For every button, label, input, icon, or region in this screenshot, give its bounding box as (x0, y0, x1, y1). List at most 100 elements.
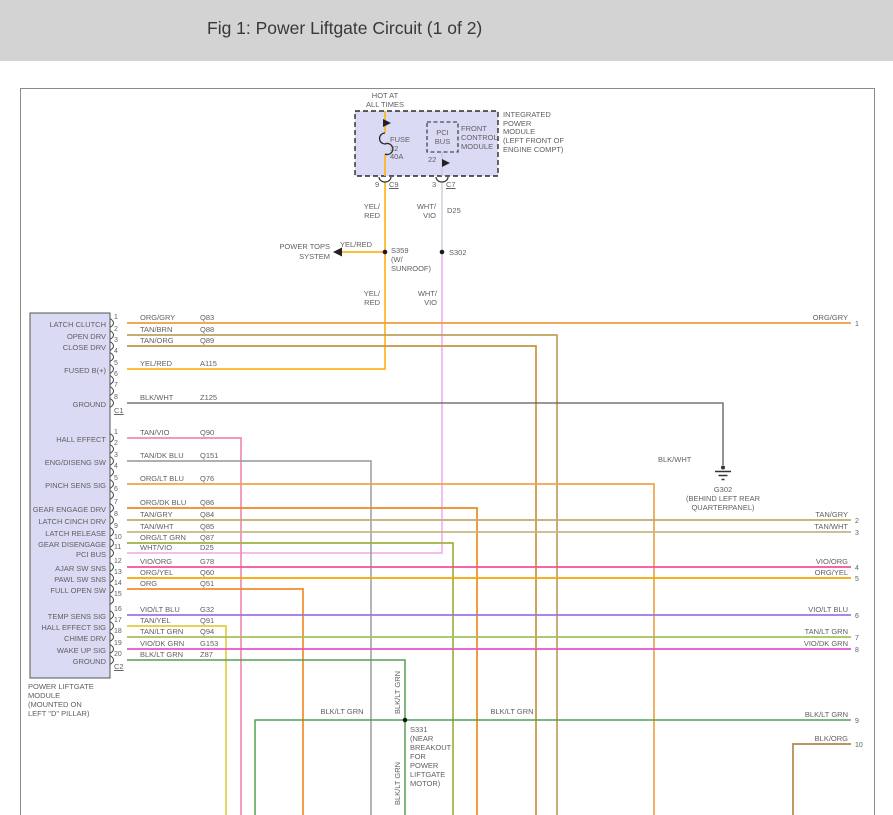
wire-color-label: TAN/GRY (140, 510, 173, 519)
pin-number: 3 (114, 337, 118, 344)
edge-pin-number: 5 (855, 576, 859, 583)
module-pin-label: PCI BUS (75, 550, 106, 559)
pin-number: 8 (114, 511, 118, 518)
wire-color-label: ORG/GRY (140, 313, 176, 322)
yel-red-label-1: YEL/ RED (363, 202, 380, 220)
circuit-label: Q94 (200, 627, 215, 636)
pin-number: 5 (114, 475, 118, 482)
circuit-label: Z125 (200, 393, 218, 402)
module-pin-label: CHIME DRV (64, 634, 106, 643)
edge-pin-number: 8 (855, 647, 859, 654)
pin-number: 17 (114, 617, 122, 624)
module-pin-label: HALL EFFECT SIG (41, 623, 106, 632)
pin-number: 13 (114, 569, 122, 576)
module-pin-label: LATCH CINCH DRV (38, 517, 106, 526)
edge-pin-number: 10 (855, 742, 863, 749)
edge-wire-label: BLK/LT GRN (804, 710, 848, 719)
wire-color-label: TAN/YEL (140, 616, 171, 625)
edge-pin-number: 6 (855, 613, 859, 620)
module-pin-label: GEAR DISENGAGE (38, 540, 106, 549)
splice-s359-dot (382, 249, 388, 255)
pin-number: 19 (114, 640, 122, 647)
module-pin-label: LATCH CLUTCH (49, 320, 106, 329)
fuse-label: FUSE 32 40A (390, 135, 411, 161)
pin-number: 1 (114, 429, 118, 436)
pin-number: 15 (114, 591, 122, 598)
pin-number: 1 (114, 314, 118, 321)
module-pin-label: AJAR SW SNS (55, 564, 106, 573)
connector-c7-label: C7 (446, 180, 456, 189)
module-pin-label: LATCH RELEASE (45, 529, 106, 538)
module-pin-label: GEAR ENGAGE DRV (32, 505, 106, 514)
power-tops-system-label: POWER TOPS SYSTEM (279, 242, 330, 261)
connector-c2-label: C2 (114, 662, 124, 671)
module-pin-label: FUSED B(+) (64, 366, 106, 375)
edge-pin-number: 9 (855, 718, 859, 725)
module-pin-label: GROUND (72, 657, 106, 666)
circuit-label: G32 (200, 605, 215, 614)
pin-number: 3 (114, 452, 118, 459)
edge-wire-label: ORG/YEL (814, 568, 848, 577)
circuit-label: Q151 (200, 451, 219, 460)
pin-number: 4 (114, 463, 118, 470)
circuit-d25-label: D25 (447, 206, 461, 215)
module-pin-label: ENG/DISENG SW (44, 458, 106, 467)
edge-wire-label: VIO/ORG (815, 557, 848, 566)
circuit-label: Q83 (200, 313, 215, 322)
wire-color-label: TAN/LT GRN (140, 627, 184, 636)
blk-lt-grn-vertical-label-lower: BLK/LT GRN (393, 761, 402, 805)
connector-c9-label: C9 (389, 180, 399, 189)
splice-s359-label: S359 (W/ SUNROOF) (391, 246, 431, 273)
pin-number: 20 (114, 651, 122, 658)
circuit-label: Q51 (200, 579, 215, 588)
circuit-label: Q87 (200, 533, 215, 542)
circuit-label: Q60 (200, 568, 215, 577)
module-pin-label: WAKE UP SIG (56, 646, 106, 655)
pin-number: 6 (114, 371, 118, 378)
pin-number: 18 (114, 628, 122, 635)
circuit-label: Q89 (200, 336, 215, 345)
edge-pin-number: 7 (855, 635, 859, 642)
circuit-label: Z87 (200, 650, 213, 659)
pin-number: 16 (114, 606, 122, 613)
splice-s302-dot (439, 249, 445, 255)
wire-color-label: BLK/LT GRN (140, 650, 184, 659)
pin-number: 6 (114, 486, 118, 493)
edge-pin-number: 4 (855, 565, 859, 572)
wire-color-label: TAN/DK BLU (140, 451, 184, 460)
circuit-label: Q76 (200, 474, 215, 483)
wire-color-label: YEL/RED (140, 359, 173, 368)
edge-wire-label: TAN/LT GRN (804, 627, 848, 636)
circuit-label: Q91 (200, 616, 215, 625)
pin-3-label: 3 (432, 180, 437, 189)
edge-pin-number: 1 (855, 321, 859, 328)
wire-color-label: TAN/BRN (140, 325, 173, 334)
pin-22-label: 22 (428, 155, 437, 164)
wire-color-label: ORG/DK BLU (140, 498, 187, 507)
module-pin-label: PAWL SW SNS (54, 575, 106, 584)
hot-at-all-times-label: HOT AT ALL TIMES (366, 91, 404, 109)
wire-color-label: ORG/YEL (140, 568, 174, 577)
pci-bus-label: PCI BUS (434, 128, 451, 146)
wire-color-label: WHT/VIO (140, 543, 173, 552)
power-liftgate-module-caption: POWER LIFTGATE MODULE (MOUNTED ON LEFT "… (28, 682, 94, 718)
wire-color-label: ORG (140, 579, 158, 588)
module-pin-label: CLOSE DRV (62, 343, 106, 352)
yel-red-label-2: YEL/ RED (363, 289, 380, 307)
module-pin-label: GROUND (72, 400, 106, 409)
circuit-label: Q90 (200, 428, 215, 437)
module-pin-label: FULL OPEN SW (50, 586, 106, 595)
pin-number: 2 (114, 440, 118, 447)
circuit-label: A115 (200, 359, 217, 368)
power-tops-wire-label: YEL/RED (340, 240, 373, 249)
edge-wire-label: VIO/DK GRN (803, 639, 848, 648)
pin-number: 2 (114, 326, 118, 333)
circuit-label: Q88 (200, 325, 215, 334)
wire-color-label: VIO/ORG (140, 557, 173, 566)
wire-color-label: ORG/LT BLU (140, 474, 184, 483)
wht-vio-label-1: WHT/ VIO (416, 202, 436, 220)
wire-color-label: TAN/ORG (140, 336, 174, 345)
edge-wire-label: TAN/WHT (814, 522, 848, 531)
edge-wire-label: TAN/GRY (815, 510, 848, 519)
pin-number: 7 (114, 499, 118, 506)
